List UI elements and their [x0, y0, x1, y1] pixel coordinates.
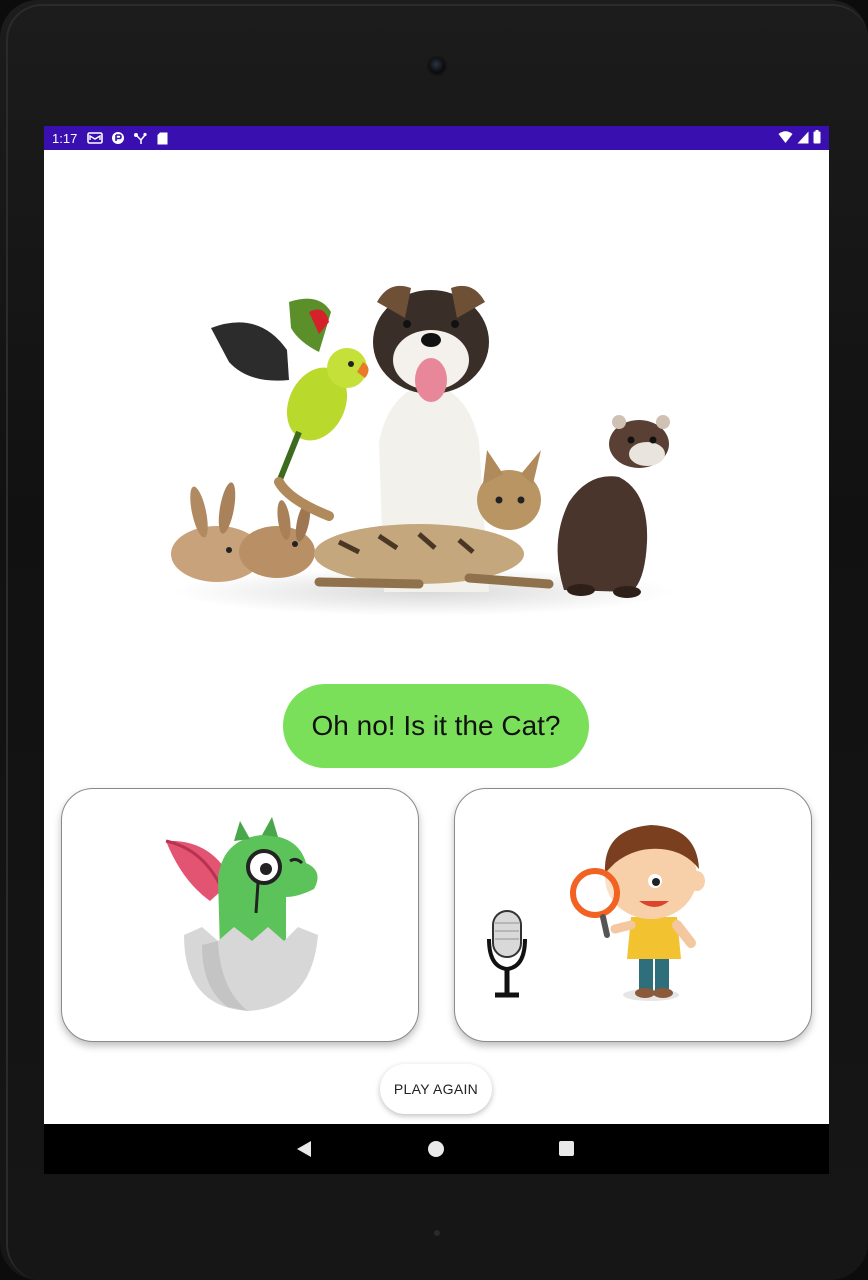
bottom-sensor — [434, 1230, 440, 1236]
home-icon[interactable] — [428, 1141, 444, 1157]
speech-bubble: Oh no! Is it the Cat? — [283, 684, 589, 768]
detective-card-art — [487, 825, 705, 1001]
app-content: Oh no! Is it the Cat? PLAY AGAIN — [44, 150, 829, 1124]
parrot — [211, 298, 369, 484]
dragon-card[interactable] — [61, 788, 419, 1042]
play-again-button[interactable]: PLAY AGAIN — [380, 1064, 492, 1114]
play-again-label: PLAY AGAIN — [393, 1081, 479, 1097]
network-icon — [134, 132, 147, 144]
screen: 1:17 Oh no! Is it the Cat? PLAY AGAIN — [44, 126, 829, 1174]
battery-icon — [813, 130, 821, 144]
detective-card[interactable] — [454, 788, 812, 1042]
sync-icon — [112, 132, 125, 144]
status-right-icons — [778, 130, 821, 144]
signal-icon — [797, 131, 809, 143]
status-left-icons — [87, 131, 168, 145]
wifi-icon — [778, 130, 793, 143]
front-camera — [429, 58, 445, 74]
navigation-bar — [44, 1124, 829, 1174]
boy-magnifier-icon — [570, 825, 705, 1001]
microphone-icon[interactable] — [487, 910, 527, 998]
recents-icon[interactable] — [559, 1141, 574, 1156]
tablet-frame: 1:17 Oh no! Is it the Cat? PLAY AGAIN — [0, 0, 868, 1280]
mail-icon — [87, 132, 104, 144]
dragon-detective-icon — [165, 817, 318, 1011]
sd-card-icon — [157, 132, 168, 144]
pets-group-image — [171, 285, 674, 616]
speech-bubble-text: Oh no! Is it the Cat? — [311, 710, 561, 741]
status-time: 1:17 — [52, 130, 78, 146]
ferret — [557, 415, 670, 598]
back-icon[interactable] — [296, 1140, 312, 1158]
status-bar: 1:17 — [44, 126, 829, 150]
